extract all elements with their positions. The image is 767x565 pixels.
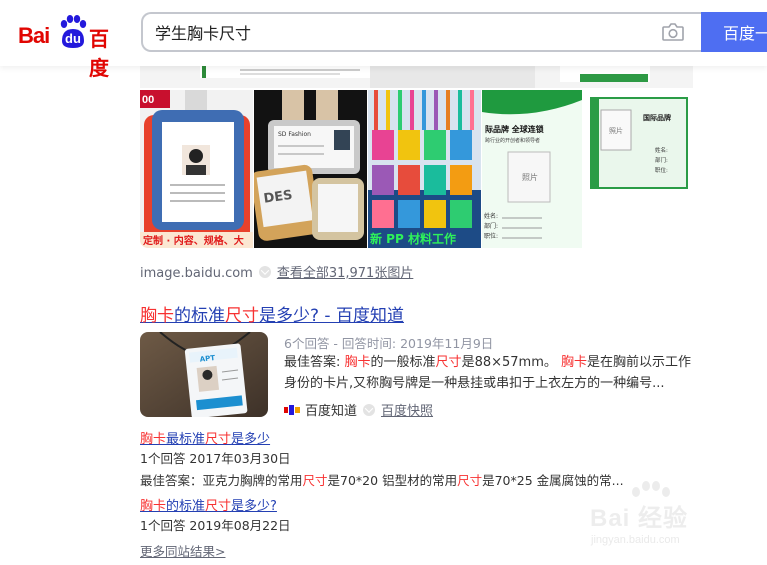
related1-part-1: 胸卡 [140, 432, 167, 447]
id-card-image-4: 际品牌 全球连锁 跨行业的开创者和领导者 照片 姓名: 部门: 职位: [482, 90, 582, 248]
result-source-row: 百度知道 百度快照 [284, 400, 433, 419]
snapshot-link[interactable]: 百度快照 [381, 400, 433, 419]
watermark-text: Bai 经验 [590, 505, 689, 532]
id-card-image-2: SD Fashion DES [254, 90, 367, 248]
related1-part-4: 是多少 [231, 432, 271, 447]
thumb5-field-2: 部门: [655, 156, 668, 164]
more-results-link[interactable]: 更多同站结果> [140, 541, 225, 560]
title-part-3: 尺寸 [225, 306, 259, 326]
result-source-name[interactable]: 百度知道 [305, 400, 357, 419]
related2-part-3: 尺寸 [205, 499, 232, 514]
logo-baidu-cn: 百度 [89, 27, 109, 80]
badge-photo: APT [140, 332, 268, 417]
source-dropdown-icon[interactable] [363, 403, 376, 416]
image-thumb-3[interactable]: 新 PP 材料工作 [368, 90, 481, 248]
title-part-1: 胸卡 [140, 306, 174, 326]
thumb4-field-1: 姓名: [484, 212, 498, 220]
related1-abs-3: 是70*20 铝型材的常用 [327, 473, 458, 488]
related-link-2[interactable]: 胸卡的标准尺寸是多少? [140, 495, 277, 514]
thumb5-field-1: 姓名: [655, 146, 668, 154]
logo-du: du [65, 31, 81, 46]
thumb4-photo: 照片 [522, 172, 538, 182]
thumb5-photo: 照片 [609, 126, 623, 135]
camera-icon[interactable] [661, 22, 685, 42]
abstract-part-2: 胸卡 [344, 355, 371, 370]
image-thumb-4[interactable]: 际品牌 全球连锁 跨行业的开创者和领导者 照片 姓名: 部门: 职位: [482, 90, 582, 248]
related1-part-3: 尺寸 [205, 432, 232, 447]
abstract-part-3: 的一般标准 [370, 355, 436, 370]
abstract-part-4: 尺寸 [435, 355, 462, 370]
abstract-part-1: 最佳答案: [284, 355, 345, 370]
id-card-image-1: 00 定制 · 内容、规格、大 [140, 90, 253, 248]
svg-text:APT: APT [199, 354, 215, 364]
thumb3-banner: 新 PP 材料工作 [370, 231, 456, 246]
id-card-image-3: 新 PP 材料工作 [368, 90, 481, 248]
image-thumb-2[interactable]: SD Fashion DES [254, 90, 367, 248]
thumb2-caption: SD Fashion [278, 131, 311, 138]
image-row-top [140, 66, 693, 88]
result-title-link[interactable]: 胸卡的标准尺寸是多少? - 百度知道 [140, 301, 404, 326]
search-button[interactable]: 百度一下 [701, 12, 767, 52]
image-thumb-5[interactable]: 照片 国际品牌 姓名: 部门: 职位: [583, 90, 693, 248]
related-meta-1: 1个回答 2017年03月30日 [140, 451, 291, 466]
result-abstract: 最佳答案: 胸卡的一般标准尺寸是88×57mm。 胸卡是在胸前以示工作身份的卡片… [284, 352, 694, 394]
thumb4-title: 际品牌 全球连锁 [485, 124, 544, 134]
logo-bai: Bai [18, 23, 50, 48]
related1-abs-2: 尺寸 [302, 473, 328, 488]
svg-text:00: 00 [142, 94, 154, 106]
top-bar: Bai du 百度 百度一下 [0, 0, 767, 80]
result-thumbnail[interactable]: APT [140, 332, 268, 417]
image-thumb-1[interactable]: 00 定制 · 内容、规格、大 [140, 90, 253, 248]
result-meta: 6个回答 - 回答时间: 2019年11月9日 [284, 336, 494, 351]
related1-abs-4: 尺寸 [457, 473, 483, 488]
title-part-2: 的标准 [174, 306, 225, 326]
thumb4-sub: 跨行业的开创者和领导者 [485, 137, 540, 144]
image-source: image.baidu.com [140, 266, 253, 281]
related-meta-2: 1个回答 2019年08月22日 [140, 518, 291, 533]
watermark-url: jingyan.baidu.com [591, 534, 680, 546]
abstract-part-6: 胸卡 [561, 355, 588, 370]
thumb5-field-3: 职位: [655, 166, 668, 174]
thumb5-title: 国际品牌 [643, 113, 671, 122]
abstract-part-5: 是88×57mm。 [461, 355, 561, 370]
related2-part-1: 胸卡 [140, 499, 167, 514]
title-part-4: 是多少? - 百度知道 [259, 306, 404, 326]
image-row-top-art [140, 66, 693, 88]
related2-part-4: 是多少? [231, 499, 277, 514]
search-input[interactable] [155, 14, 635, 50]
related-link-1[interactable]: 胸卡最标准尺寸是多少 [140, 428, 270, 447]
search-box [141, 12, 701, 52]
thumb4-field-3: 职位: [484, 232, 498, 240]
view-all-images-link[interactable]: 查看全部31,971张图片 [277, 266, 414, 281]
thumb1-banner: 定制 · 内容、规格、大 [143, 234, 244, 247]
baidu-logo[interactable]: Bai du 百度 [18, 15, 124, 80]
thumb4-field-2: 部门: [484, 222, 498, 230]
id-card-image-5: 照片 国际品牌 姓名: 部门: 职位: [583, 90, 693, 248]
zhidao-icon [284, 404, 300, 415]
related1-part-2: 最标准 [166, 432, 206, 447]
related1-abs-1: 最佳答案：亚克力胸牌的常用 [140, 473, 303, 488]
dropdown-icon[interactable] [258, 266, 271, 278]
related2-part-2: 的标准 [166, 499, 206, 514]
image-source-row: image.baidu.com 查看全部31,971张图片 [140, 262, 413, 281]
image-results: 00 定制 · 内容、规格、大 SD Fashion DES 新 PP 材料工作… [140, 66, 693, 248]
related-abstract-1: 最佳答案：亚克力胸牌的常用尺寸是70*20 铝型材的常用尺寸是70*25 金属腐… [140, 470, 624, 489]
jingyan-watermark: Bai 经验 jingyan.baidu.com [586, 480, 726, 552]
